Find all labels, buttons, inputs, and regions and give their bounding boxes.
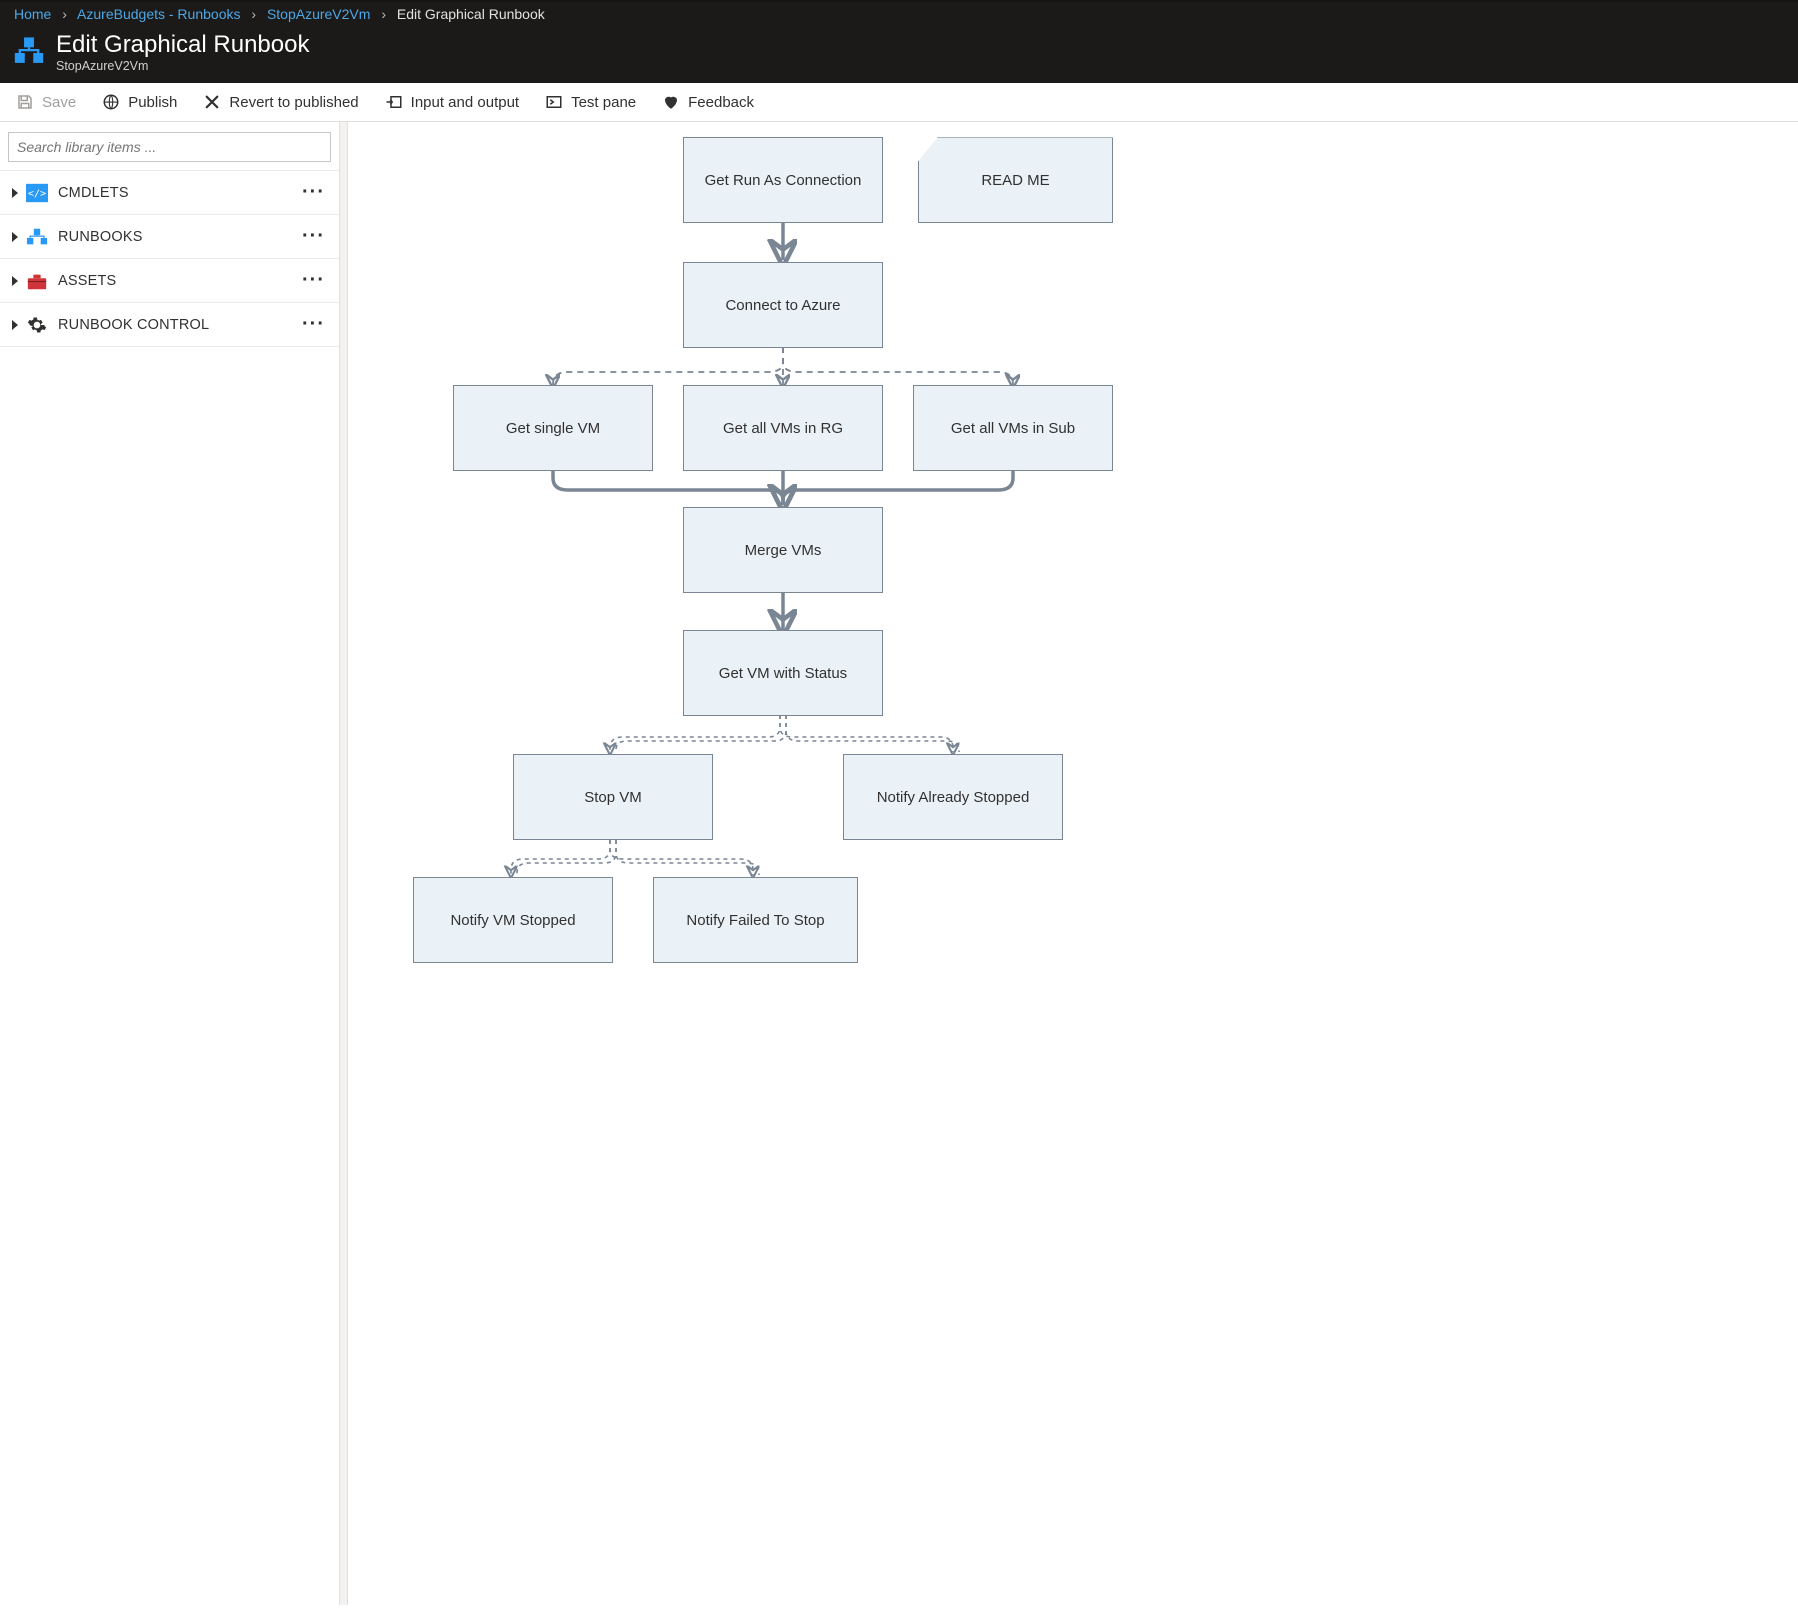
category-runbooks[interactable]: RUNBOOKS ···: [0, 215, 339, 259]
category-label: ASSETS: [58, 273, 302, 289]
node-get-sub[interactable]: Get all VMs in Sub: [913, 385, 1113, 471]
chevron-right-icon: [10, 188, 20, 198]
category-label: CMDLETS: [58, 185, 302, 201]
splitter-handle[interactable]: [340, 122, 348, 1605]
category-label: RUNBOOK CONTROL: [58, 317, 302, 333]
runbooks-icon: [26, 227, 48, 247]
search-input[interactable]: [8, 132, 331, 162]
node-stop[interactable]: Stop VM: [513, 754, 713, 840]
runbook-canvas[interactable]: Get Run As Connection READ ME Connect to…: [348, 122, 1798, 1605]
main-area: </> CMDLETS ··· RUNBOOKS ··· ASSETS ··· …: [0, 122, 1798, 1605]
more-icon[interactable]: ···: [302, 225, 329, 248]
test-pane-icon: [545, 93, 563, 111]
node-connect[interactable]: Connect to Azure: [683, 262, 883, 348]
node-get-run-as[interactable]: Get Run As Connection: [683, 137, 883, 223]
category-assets[interactable]: ASSETS ···: [0, 259, 339, 303]
library-sidebar: </> CMDLETS ··· RUNBOOKS ··· ASSETS ··· …: [0, 122, 340, 1605]
node-stopped[interactable]: Notify VM Stopped: [413, 877, 613, 963]
more-icon[interactable]: ···: [302, 181, 329, 204]
input-output-button[interactable]: Input and output: [385, 93, 519, 111]
node-failed[interactable]: Notify Failed To Stop: [653, 877, 858, 963]
cmdlets-icon: </>: [26, 183, 48, 203]
node-status[interactable]: Get VM with Status: [683, 630, 883, 716]
category-cmdlets[interactable]: </> CMDLETS ···: [0, 170, 339, 215]
revert-button[interactable]: Revert to published: [203, 93, 358, 111]
node-get-single[interactable]: Get single VM: [453, 385, 653, 471]
title-bar: Edit Graphical Runbook StopAzureV2Vm: [0, 26, 1798, 83]
save-button: Save: [16, 93, 76, 111]
input-output-icon: [385, 93, 403, 111]
node-readme[interactable]: READ ME: [918, 137, 1113, 223]
node-already[interactable]: Notify Already Stopped: [843, 754, 1063, 840]
toolbar: Save Publish Revert to published Input a…: [0, 83, 1798, 122]
breadcrumb: Home › AzureBudgets - Runbooks › StopAzu…: [0, 0, 1798, 26]
save-icon: [16, 93, 34, 111]
chevron-right-icon: ›: [374, 6, 393, 22]
feedback-button[interactable]: Feedback: [662, 93, 754, 111]
chevron-right-icon: [10, 276, 20, 286]
breadcrumb-account[interactable]: AzureBudgets - Runbooks: [77, 6, 240, 22]
chevron-right-icon: ›: [55, 6, 74, 22]
page-subtitle: StopAzureV2Vm: [56, 59, 309, 73]
runbook-icon: [12, 36, 46, 70]
breadcrumb-runbook[interactable]: StopAzureV2Vm: [267, 6, 371, 22]
svg-text:</>: </>: [28, 189, 46, 200]
globe-icon: [102, 93, 120, 111]
chevron-right-icon: ›: [244, 6, 263, 22]
node-merge[interactable]: Merge VMs: [683, 507, 883, 593]
more-icon[interactable]: ···: [302, 269, 329, 292]
category-label: RUNBOOKS: [58, 229, 302, 245]
chevron-right-icon: [10, 320, 20, 330]
assets-icon: [26, 271, 48, 291]
breadcrumb-home[interactable]: Home: [14, 6, 51, 22]
node-get-rg[interactable]: Get all VMs in RG: [683, 385, 883, 471]
heart-icon: [662, 93, 680, 111]
close-icon: [203, 93, 221, 111]
breadcrumb-current: Edit Graphical Runbook: [397, 6, 545, 22]
page-title: Edit Graphical Runbook: [56, 32, 309, 58]
chevron-right-icon: [10, 232, 20, 242]
gear-icon: [26, 315, 48, 335]
category-runbook-control[interactable]: RUNBOOK CONTROL ···: [0, 303, 339, 347]
test-pane-button[interactable]: Test pane: [545, 93, 636, 111]
publish-button[interactable]: Publish: [102, 93, 177, 111]
more-icon[interactable]: ···: [302, 313, 329, 336]
